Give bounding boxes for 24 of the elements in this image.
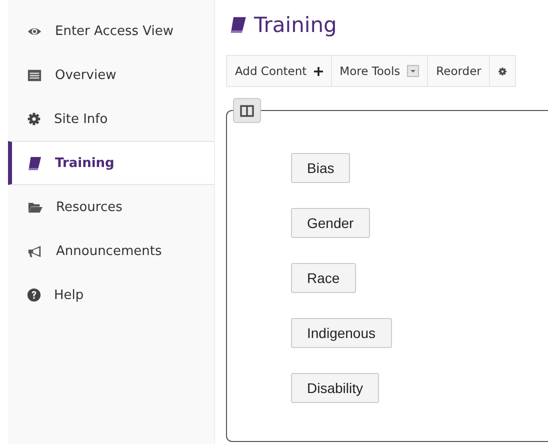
gear-icon (498, 66, 508, 76)
sidebar-item[interactable]: Enter Access View (8, 9, 214, 53)
help-icon (27, 288, 41, 302)
link-button[interactable]: Bias (291, 153, 350, 183)
sidebar-item[interactable]: Overview (8, 53, 214, 97)
gear-icon (27, 112, 41, 126)
column-layout-button[interactable] (233, 98, 261, 123)
plus-icon (314, 66, 323, 76)
sidebar-item[interactable]: Resources (8, 185, 214, 229)
sidebar-item[interactable]: Site Info (8, 97, 214, 141)
list-icon (27, 68, 42, 82)
sidebar-item[interactable]: Help (8, 273, 214, 317)
book-icon (229, 16, 247, 34)
dropdown-icon (407, 65, 420, 77)
columns-icon (240, 104, 254, 116)
sidebar-item[interactable]: Training (8, 141, 214, 185)
link-button[interactable]: Disability (291, 373, 380, 403)
link-button[interactable]: Indigenous (291, 318, 392, 348)
book-icon (27, 156, 42, 170)
link-button[interactable]: Race (291, 263, 356, 293)
page-title-text: Training (254, 13, 337, 37)
sidebar-item[interactable]: Announcements (8, 229, 214, 273)
link-button[interactable]: Gender (291, 208, 370, 238)
megaphone-icon (27, 244, 43, 258)
